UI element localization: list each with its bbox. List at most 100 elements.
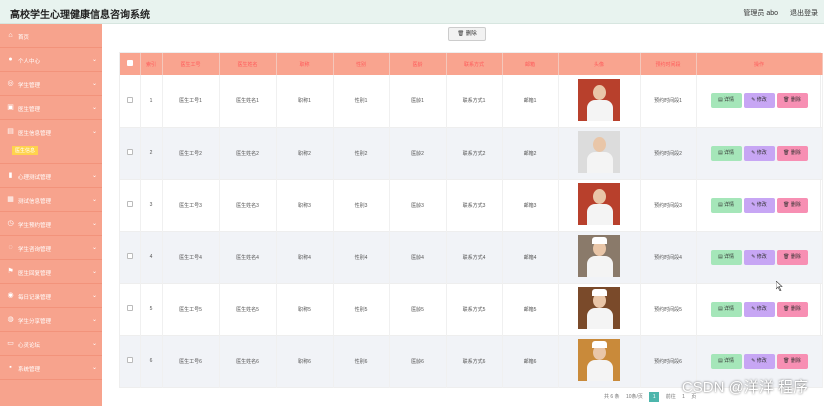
student-icon: ◎ (7, 80, 14, 87)
sidebar-item-student[interactable]: ◎ 学生管理 ⌄ (0, 72, 102, 96)
sidebar-item-label: 学生分享管理 (18, 319, 52, 325)
bulk-delete-button[interactable]: 🗑 删除 (448, 27, 486, 41)
cell-title: 职称5 (276, 283, 334, 335)
delete-button[interactable]: 🗑 删除 (776, 145, 808, 161)
delete-button[interactable]: 🗑 删除 (776, 301, 808, 317)
chat-icon: ◌ (8, 244, 13, 251)
table-row: 5 医生工号5 医生姓名5 职称5 性别5 医龄5 联系方式5 邮箱5 预约时间段5 ▤ 详情 ✎ … (120, 283, 823, 335)
doctor-avatar (578, 339, 620, 381)
cell-slot: 预约时间段4 (640, 231, 697, 283)
detail-button[interactable]: ▤ 详情 (710, 197, 742, 213)
sidebar-item-forum[interactable]: ▭ 心灵论坛 ⌄ (0, 332, 102, 356)
sidebar-item-user[interactable]: ● 个人中心 ⌄ (0, 48, 102, 72)
edit-button[interactable]: ✎ 修改 (743, 145, 775, 161)
chevron-down-icon: ⌄ (91, 81, 97, 87)
trash-icon: 🗑 (457, 31, 465, 37)
row-checkbox[interactable] (126, 96, 133, 103)
detail-button[interactable]: ▤ 详情 (710, 249, 742, 265)
cell-email: 邮箱6 (502, 335, 559, 387)
chevron-down-icon: ⌄ (91, 245, 97, 251)
delete-button[interactable]: 🗑 删除 (776, 353, 808, 369)
edit-button[interactable]: ✎ 修改 (743, 197, 775, 213)
cell-actions: ▤ 详情 ✎ 修改 🗑 删除 (696, 127, 823, 179)
current-page-button[interactable]: 1 (649, 392, 660, 402)
sidebar-item-share[interactable]: ◍ 学生分享管理 ⌄ (0, 308, 102, 332)
cell-id: 医生工号3 (162, 179, 220, 231)
sidebar-item-chat[interactable]: ◌ 学生咨询管理 ⌄ (0, 236, 102, 260)
delete-button[interactable]: 🗑 删除 (776, 197, 808, 213)
mouse-cursor-icon (776, 281, 783, 291)
select-all-checkbox[interactable] (126, 60, 133, 66)
cell-gender: 性别4 (333, 231, 390, 283)
row-checkbox[interactable] (126, 357, 133, 363)
cell-phone: 联系方式5 (446, 283, 503, 335)
cell-name: 医生姓名6 (219, 335, 277, 387)
column-header: 索引 (140, 53, 163, 75)
edit-button[interactable]: ✎ 修改 (743, 353, 775, 369)
cell-gender: 性别2 (333, 127, 390, 179)
delete-button[interactable]: 🗑 删除 (776, 249, 808, 265)
cell-name: 医生姓名2 (219, 127, 277, 179)
row-checkbox[interactable] (126, 253, 133, 259)
select-all-cell (120, 53, 141, 75)
cell-photo (558, 179, 641, 231)
record-icon: ◉ (7, 292, 14, 299)
sidebar-item-calendar[interactable]: ◷ 学生预约管理 ⌄ (0, 212, 102, 236)
sidebar-item-home[interactable]: ⌂ 首页 (0, 24, 102, 48)
cell-email: 邮箱3 (502, 179, 559, 231)
avatar-coat (587, 308, 613, 329)
cell-title: 职称4 (276, 231, 334, 283)
sidebar-item-label: 系统管理 (18, 367, 41, 373)
avatar-coat (587, 152, 613, 173)
cell-phone: 联系方式3 (446, 179, 503, 231)
cell-email: 邮箱4 (502, 231, 559, 283)
cell-id: 医生工号2 (162, 127, 220, 179)
cell-index: 1 (140, 75, 163, 127)
column-header: 医龄 (389, 53, 447, 75)
detail-button[interactable]: ▤ 详情 (710, 301, 742, 317)
cell-name: 医生姓名4 (219, 231, 277, 283)
row-checkbox[interactable] (126, 201, 133, 207)
sidebar-item-flag[interactable]: ⚑ 医生回复管理 ⌄ (0, 260, 102, 284)
sidebar-item-label: 每日记录管理 (18, 295, 52, 301)
avatar-head (593, 189, 606, 204)
cell-id: 医生工号5 (162, 283, 220, 335)
cell-years: 医龄1 (389, 75, 447, 127)
main-content: 🗑 删除 索引 医生工号 医生姓名 职称 性别 医龄 联系方式 邮箱 头像 预约时间段 操作 1 医生… (102, 24, 824, 406)
edit-button[interactable]: ✎ 修改 (743, 301, 775, 317)
avatar-coat (587, 99, 613, 121)
chevron-down-icon: ⌄ (91, 293, 97, 299)
row-checkbox-cell (120, 283, 141, 335)
sidebar-item-chart[interactable]: ▮ 心理测试管理 ⌄ (0, 164, 102, 188)
cell-id: 医生工号4 (162, 231, 220, 283)
goto-label: 前往 (665, 394, 676, 400)
edit-button[interactable]: ✎ 修改 (743, 249, 775, 265)
sidebar-item-doctor-info[interactable]: ▤ 医生信息管理 ⌄ (0, 120, 102, 142)
cell-slot: 预约时间段1 (640, 75, 697, 127)
sidebar-item-label: 医生管理 (18, 107, 41, 113)
detail-button[interactable]: ▤ 详情 (710, 353, 742, 369)
detail-button[interactable]: ▤ 详情 (710, 145, 742, 161)
sidebar-menu: ⌂ 首页 ● 个人中心 ⌄ ◎ 学生管理 ⌄ ▣ 医生管理 ⌄ ▤ 医生信息管理 ⌄ 医生信息 ▮ 心理测试管理… (0, 24, 102, 406)
sidebar-item-clipboard[interactable]: ▦ 测试信息管理 ⌄ (0, 188, 102, 212)
sidebar-item-settings[interactable]: ▪ 系统管理 ⌄ (0, 356, 102, 380)
cell-years: 医龄2 (389, 127, 447, 179)
sidebar-item-label: 学生咨询管理 (18, 247, 52, 253)
logout-link[interactable]: 退出登录 (790, 10, 818, 17)
row-checkbox[interactable] (126, 149, 133, 155)
delete-button[interactable]: 🗑 删除 (776, 93, 808, 109)
sidebar-subitem-doctor-info[interactable]: 医生信息 (12, 146, 39, 155)
row-checkbox[interactable] (126, 305, 133, 311)
row-checkbox-cell (120, 179, 141, 231)
sidebar-item-label: 测试信息管理 (18, 199, 52, 205)
cell-years: 医龄6 (389, 335, 447, 387)
column-header: 邮箱 (502, 53, 559, 75)
header-user-area: 管理员 abo 退出登录 (733, 8, 818, 18)
page-size-select[interactable]: 10条/页 (626, 394, 643, 400)
sidebar-item-record[interactable]: ◉ 每日记录管理 ⌄ (0, 284, 102, 308)
detail-button[interactable]: ▤ 详情 (710, 93, 742, 109)
sidebar-item-doctor[interactable]: ▣ 医生管理 ⌄ (0, 96, 102, 120)
admin-username: abo (766, 10, 779, 17)
edit-button[interactable]: ✎ 修改 (743, 93, 775, 109)
column-header: 头像 (558, 53, 641, 75)
